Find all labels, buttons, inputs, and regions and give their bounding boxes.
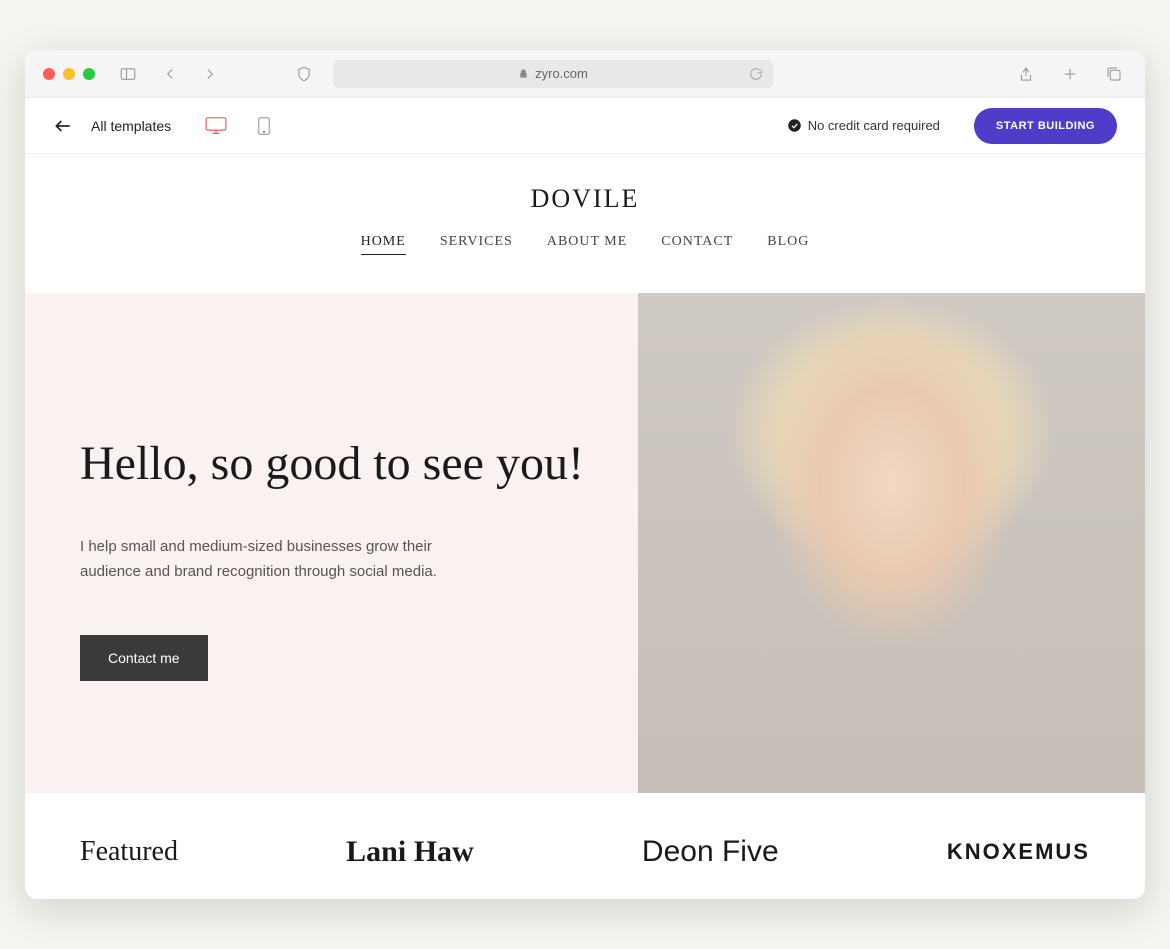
featured-logo-3: KNOXEMUS bbox=[947, 839, 1090, 865]
shield-icon bbox=[295, 65, 313, 83]
browser-window: zyro.com All templates No credit card re… bbox=[25, 50, 1145, 899]
new-tab-button[interactable] bbox=[1057, 61, 1083, 87]
lock-icon bbox=[518, 68, 529, 79]
back-button[interactable] bbox=[157, 61, 183, 87]
forward-button[interactable] bbox=[197, 61, 223, 87]
privacy-shield-button[interactable] bbox=[291, 61, 317, 87]
chevron-left-icon bbox=[161, 65, 179, 83]
reload-icon[interactable] bbox=[749, 67, 763, 81]
all-templates-link[interactable]: All templates bbox=[91, 118, 171, 134]
device-toggle bbox=[205, 117, 275, 135]
no-cc-text: No credit card required bbox=[808, 118, 940, 133]
back-arrow-icon[interactable] bbox=[53, 116, 73, 136]
nav-home[interactable]: HOME bbox=[361, 234, 406, 255]
featured-label: Featured bbox=[80, 836, 178, 868]
nav-blog[interactable]: BLOG bbox=[767, 234, 809, 255]
no-credit-card-badge: No credit card required bbox=[787, 118, 940, 133]
hero-section: Hello, so good to see you! I help small … bbox=[25, 293, 1145, 793]
minimize-window-button[interactable] bbox=[63, 68, 75, 80]
check-circle-icon bbox=[787, 118, 802, 133]
mobile-view-button[interactable] bbox=[253, 117, 275, 135]
chevron-right-icon bbox=[201, 65, 219, 83]
traffic-lights bbox=[43, 68, 95, 80]
plus-icon bbox=[1061, 65, 1079, 83]
tabs-icon bbox=[1105, 65, 1123, 83]
nav-menu: HOME SERVICES ABOUT ME CONTACT BLOG bbox=[25, 234, 1145, 255]
contact-button[interactable]: Contact me bbox=[80, 635, 208, 681]
url-text: zyro.com bbox=[535, 66, 588, 81]
close-window-button[interactable] bbox=[43, 68, 55, 80]
portrait-image bbox=[638, 293, 1146, 793]
hero-title: Hello, so good to see you! bbox=[80, 434, 588, 494]
tabs-button[interactable] bbox=[1101, 61, 1127, 87]
site-brand[interactable]: DOVILE bbox=[25, 184, 1145, 214]
desktop-view-button[interactable] bbox=[205, 117, 227, 135]
featured-logo-2: Deon Five bbox=[642, 835, 779, 869]
share-button[interactable] bbox=[1013, 61, 1039, 87]
featured-logo-1: Lani Haw bbox=[346, 835, 474, 869]
nav-about[interactable]: ABOUT ME bbox=[547, 234, 627, 255]
site-preview: DOVILE HOME SERVICES ABOUT ME CONTACT BL… bbox=[25, 154, 1145, 899]
site-header: DOVILE HOME SERVICES ABOUT ME CONTACT BL… bbox=[25, 154, 1145, 273]
nav-contact[interactable]: CONTACT bbox=[661, 234, 733, 255]
start-building-button[interactable]: START BUILDING bbox=[974, 108, 1117, 144]
sidebar-toggle-button[interactable] bbox=[115, 61, 141, 87]
share-icon bbox=[1017, 65, 1035, 83]
nav-services[interactable]: SERVICES bbox=[440, 234, 513, 255]
hero-content: Hello, so good to see you! I help small … bbox=[25, 293, 638, 793]
sidebar-icon bbox=[119, 65, 137, 83]
titlebar: zyro.com bbox=[25, 50, 1145, 98]
featured-section: Featured Lani Haw Deon Five KNOXEMUS bbox=[25, 793, 1145, 899]
hero-image bbox=[638, 293, 1146, 793]
address-bar[interactable]: zyro.com bbox=[333, 60, 773, 88]
hero-subtitle: I help small and medium-sized businesses… bbox=[80, 534, 440, 585]
app-toolbar: All templates No credit card required ST… bbox=[25, 98, 1145, 154]
maximize-window-button[interactable] bbox=[83, 68, 95, 80]
